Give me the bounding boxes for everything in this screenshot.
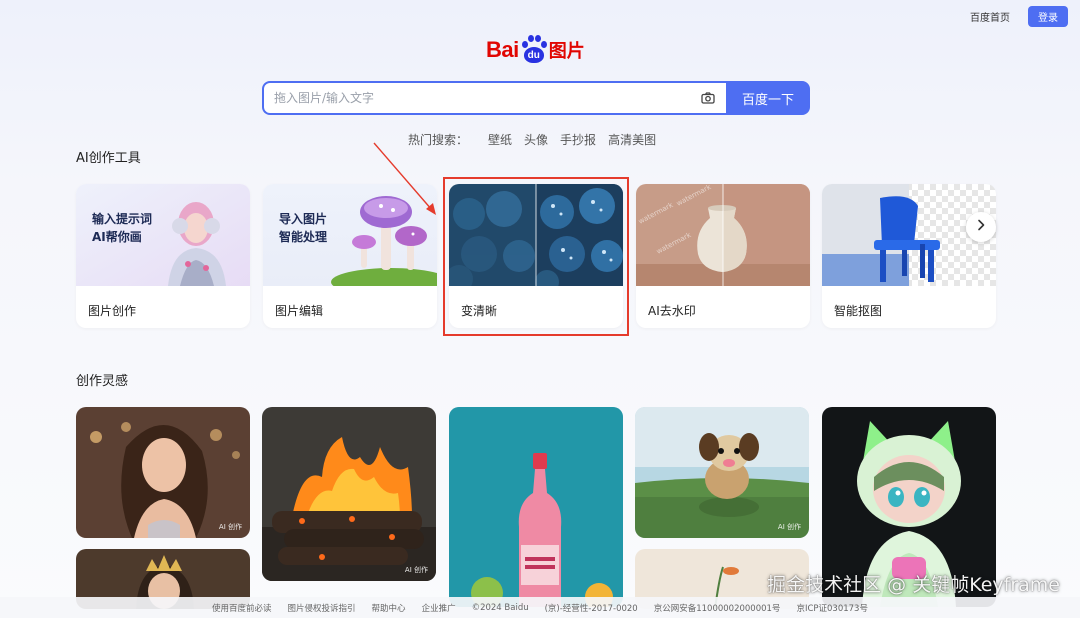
tool-card-label: 智能抠图 (834, 304, 883, 318)
tool-card-label: 图片编辑 (275, 304, 324, 318)
inspiration-image-fire[interactable]: AI 创作 (262, 407, 436, 581)
hot-search-item[interactable]: 手抄报 (560, 131, 596, 148)
footer: 使用百度前必读 图片侵权投诉指引 帮助中心 企业推广 ©2024 Baidu (… (0, 597, 1080, 618)
logo-du-text: du (523, 47, 544, 63)
footer-link[interactable]: (京)-经营性-2017-0020 (545, 602, 638, 614)
ai-created-badge: AI 创作 (404, 566, 428, 574)
highlight-box (443, 177, 629, 336)
footer-link[interactable]: 京公网安备11000002000001号 (654, 602, 781, 614)
inspiration-image-woman[interactable]: AI 创作 (76, 407, 250, 538)
tool-thumb-caption: 导入图片 智能处理 (279, 210, 327, 246)
tool-thumb-watermark-remove: watermark watermark watermark (636, 184, 810, 286)
logo-bai-text: Bai (486, 37, 519, 62)
camera-icon[interactable] (700, 90, 716, 106)
inspiration-image-dog[interactable]: AI 创作 (635, 407, 809, 538)
search-box (262, 81, 726, 115)
chevron-right-icon (976, 219, 986, 235)
login-button[interactable]: 登录 (1028, 6, 1068, 27)
tool-card-image-create[interactable]: 输入提示词 AI帮你画 图片创作 (76, 184, 250, 328)
baidu-image-logo[interactable]: Bai du 图片 (486, 34, 585, 66)
top-bar: 百度首页 登录 (970, 6, 1068, 27)
search-button[interactable]: 百度一下 (726, 81, 810, 115)
tool-card-label: 图片创作 (88, 304, 137, 318)
thumb-caption-line: 智能处理 (279, 230, 328, 244)
ai-created-badge: AI 创作 (218, 523, 242, 531)
tool-card-watermark-remove[interactable]: watermark watermark watermark AI去水印 (636, 184, 810, 328)
search-bar: 百度一下 (262, 81, 810, 115)
thumb-caption-line: 导入图片 (279, 212, 328, 226)
ai-created-badge: AI 创作 (777, 523, 801, 531)
tool-card-cutout[interactable]: 智能抠图 (822, 184, 996, 328)
paw-icon: du (520, 35, 548, 65)
tool-thumb-caption: 输入提示词 AI帮你画 (92, 210, 152, 246)
search-input[interactable] (274, 91, 700, 105)
hot-search-item[interactable]: 壁纸 (488, 131, 512, 148)
hot-search-item[interactable]: 高清美图 (608, 131, 656, 148)
inspiration-image-bottle[interactable] (449, 407, 623, 607)
watermark-overlay: 掘金技术社区 @ 关键帧Keyframe (767, 574, 1060, 596)
inspiration-title: 创作灵感 (76, 374, 129, 389)
footer-link[interactable]: 使用百度前必读 (212, 602, 272, 614)
tool-card-label: AI去水印 (648, 304, 696, 318)
annotation-arrow-icon (373, 142, 436, 215)
ai-tools-title: AI创作工具 (76, 151, 141, 166)
footer-link[interactable]: 帮助中心 (372, 602, 406, 614)
hot-search: 热门搜索： 壁纸 头像 手抄报 高清美图 (408, 131, 656, 148)
carousel-next-button[interactable] (966, 212, 996, 242)
baidu-home-link[interactable]: 百度首页 (970, 9, 1010, 24)
footer-copyright: ©2024 Baidu (471, 602, 529, 613)
footer-link[interactable]: 京ICP证030173号 (796, 602, 868, 614)
footer-link[interactable]: 企业推广 (422, 602, 456, 614)
hot-search-item[interactable]: 头像 (524, 131, 548, 148)
thumb-caption-line: AI帮你画 (92, 230, 142, 244)
thumb-caption-line: 输入提示词 (92, 212, 153, 226)
logo-zh-text: 图片 (548, 41, 585, 62)
footer-link[interactable]: 图片侵权投诉指引 (288, 602, 356, 614)
